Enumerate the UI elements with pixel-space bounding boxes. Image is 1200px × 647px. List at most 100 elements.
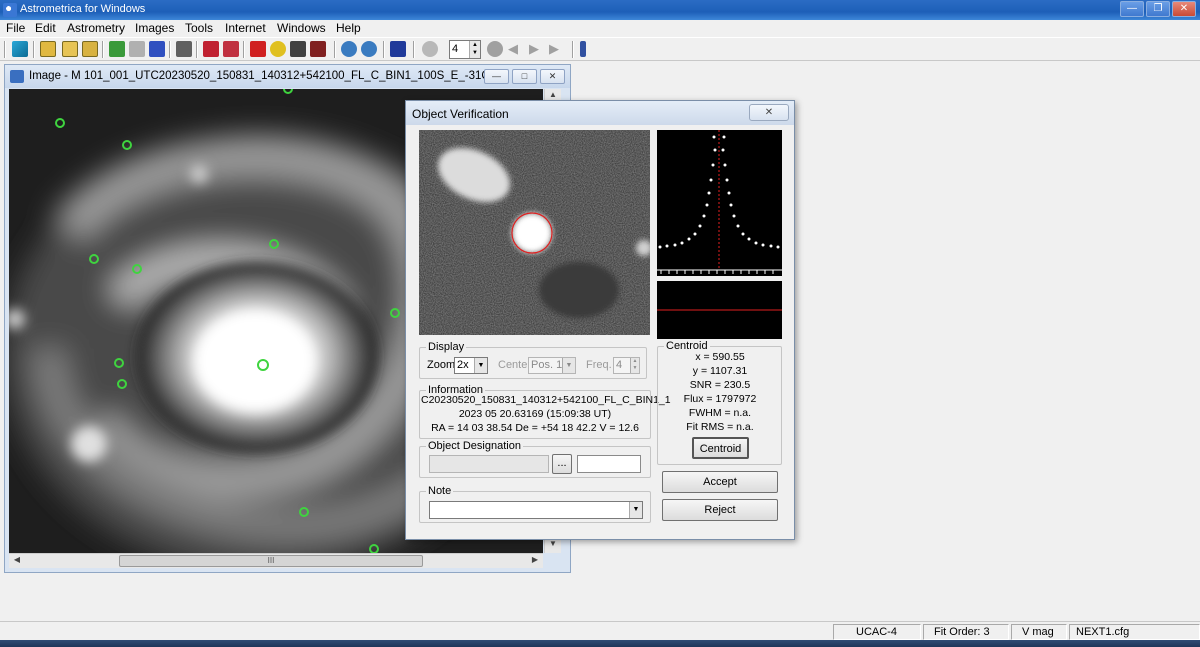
data-reduction-icon[interactable] — [203, 41, 219, 57]
accept-button[interactable]: Accept — [662, 471, 778, 493]
centroid-y: y = 1107.31 — [692, 365, 748, 377]
status-config-file: NEXT1.cfg — [1069, 624, 1200, 640]
close-icon[interactable]: ✕ — [540, 69, 565, 84]
residuals-icon[interactable] — [310, 41, 326, 57]
stack-icon[interactable] — [129, 41, 145, 57]
zoom-out-icon[interactable] — [361, 41, 377, 57]
information-text: C20230520_150831_140312+542100_FL_C_BIN1… — [421, 394, 671, 438]
centroid-flux: Flux = 1797972 — [683, 393, 757, 405]
catalog-icon[interactable] — [390, 41, 406, 57]
object-designation-legend: Object Designation — [428, 440, 521, 452]
settings-gear-icon[interactable] — [422, 41, 438, 57]
radial-profile-render — [657, 130, 782, 274]
reject-button[interactable]: Reject — [662, 499, 778, 521]
maximize-icon[interactable]: □ — [512, 69, 537, 84]
scroll-left-icon[interactable]: ◀ — [10, 555, 24, 568]
object-verification-dialog: Object Verification ✕ Display Zoom 2x ▼ … — [405, 100, 795, 540]
scroll-right-icon[interactable]: ▶ — [528, 555, 542, 568]
designation-field[interactable] — [429, 455, 549, 473]
toolbar-separator — [169, 41, 171, 58]
toolbar-separator — [196, 41, 198, 58]
menu-help[interactable]: Help — [336, 21, 361, 35]
image-horizontal-scrollbar[interactable]: ◀ III ▶ — [9, 553, 543, 568]
add-images-icon[interactable] — [62, 41, 78, 57]
spinner-arrows-icon[interactable]: ▲ ▼ — [469, 41, 480, 58]
toolbar-separator — [243, 41, 245, 58]
restore-icon[interactable]: ❐ — [1146, 1, 1170, 17]
window-controls: — ❐ ✕ — [1120, 1, 1196, 17]
minimize-icon[interactable]: — — [484, 69, 509, 84]
previous-frame-icon[interactable]: ◀ — [508, 41, 524, 57]
freq-label: Freq. — [586, 359, 612, 371]
toolbar-separator — [4, 41, 6, 58]
image-window-title-bar[interactable]: Image - M 101_001_UTC20230520_150831_140… — [5, 65, 570, 88]
stop-icon[interactable] — [487, 41, 503, 57]
menu-tools[interactable]: Tools — [185, 21, 213, 35]
menu-edit[interactable]: Edit — [35, 21, 56, 35]
menu-astrometry[interactable]: Astrometry — [67, 21, 125, 35]
scroll-down-icon[interactable]: ▼ — [546, 539, 560, 552]
designation-browse-button[interactable]: ... — [552, 454, 572, 474]
centroid-x: x = 590.55 — [695, 351, 745, 363]
residual-plot — [657, 281, 782, 339]
center-value: Pos. 1 — [531, 359, 563, 371]
track-icon[interactable] — [149, 41, 165, 57]
image-window-controls: — □ ✕ — [484, 69, 565, 84]
menu-file[interactable]: File — [6, 21, 25, 35]
scroll-thumb-grip: III — [267, 556, 275, 565]
circle-icon[interactable] — [270, 41, 286, 57]
status-fit-order: Fit Order: 3 — [923, 624, 1009, 640]
center-select[interactable]: Pos. 1 ▼ — [528, 357, 576, 374]
menu-images[interactable]: Images — [135, 21, 174, 35]
info-date-time: 2023 05 20.63169 (15:09:38 UT) — [458, 408, 612, 420]
menu-internet[interactable]: Internet — [225, 21, 266, 35]
play-icon[interactable]: ▶ — [529, 41, 545, 57]
select-icon[interactable] — [250, 41, 266, 57]
centroid-fwhm: FWHM = n.a. — [688, 407, 752, 419]
zoom-value: 2x — [457, 359, 469, 371]
centroid-button[interactable]: Centroid — [692, 437, 749, 459]
frame-spinner[interactable]: 4 ▲ ▼ — [449, 40, 481, 59]
residual-plot-render — [657, 309, 782, 311]
toolbar: 4 ▲ ▼ ◀ ▶ ▶ — [0, 37, 1200, 61]
load-images-icon[interactable] — [40, 41, 56, 57]
designation-code-field[interactable] — [577, 455, 641, 473]
close-icon[interactable]: ✕ — [1172, 1, 1196, 17]
window-layout-icon[interactable] — [580, 41, 586, 57]
chevron-down-icon[interactable]: ▼ — [562, 358, 575, 373]
frame-spinner-value: 4 — [452, 43, 459, 55]
dialog-title: Object Verification — [412, 107, 509, 121]
centroid-results: x = 590.55 y = 1107.31 SNR = 230.5 Flux … — [660, 351, 780, 436]
open-icon[interactable] — [12, 41, 28, 57]
menu-bar: File Edit Astrometry Images Tools Intern… — [0, 20, 1200, 37]
measure-icon[interactable] — [290, 41, 306, 57]
known-objects-icon[interactable] — [223, 41, 239, 57]
next-frame-icon[interactable]: ▶ — [549, 41, 565, 57]
menu-windows[interactable]: Windows — [277, 21, 326, 35]
status-catalog: UCAC-4 — [833, 624, 921, 640]
object-preview-image[interactable] — [419, 130, 650, 335]
dialog-title-bar[interactable]: Object Verification ✕ — [406, 101, 794, 125]
horizontal-scroll-thumb[interactable]: III — [119, 555, 423, 567]
chevron-down-icon[interactable]: ▼ — [629, 502, 642, 518]
blink-icon[interactable] — [176, 41, 192, 57]
calibrate-icon[interactable] — [109, 41, 125, 57]
toolbar-separator — [413, 41, 415, 58]
spinner-arrows-icon[interactable]: ▲ ▼ — [630, 358, 639, 373]
app-icon — [3, 3, 17, 17]
note-select[interactable]: ▼ — [429, 501, 643, 519]
freq-value: 4 — [616, 359, 623, 371]
toolbar-separator — [334, 41, 336, 58]
chevron-down-icon[interactable]: ▼ — [474, 358, 487, 373]
center-label: Center — [498, 359, 532, 371]
save-images-icon[interactable] — [82, 41, 98, 57]
app-title: Astrometrica for Windows — [20, 3, 146, 15]
taskbar — [0, 640, 1200, 647]
zoom-in-icon[interactable] — [341, 41, 357, 57]
close-icon[interactable]: ✕ — [749, 104, 789, 121]
freq-spinner[interactable]: 4 ▲ ▼ — [613, 357, 640, 374]
minimize-icon[interactable]: — — [1120, 1, 1144, 17]
object-preview-render — [419, 130, 650, 335]
zoom-select[interactable]: 2x ▼ — [454, 357, 488, 374]
zoom-label: Zoom — [427, 359, 456, 371]
